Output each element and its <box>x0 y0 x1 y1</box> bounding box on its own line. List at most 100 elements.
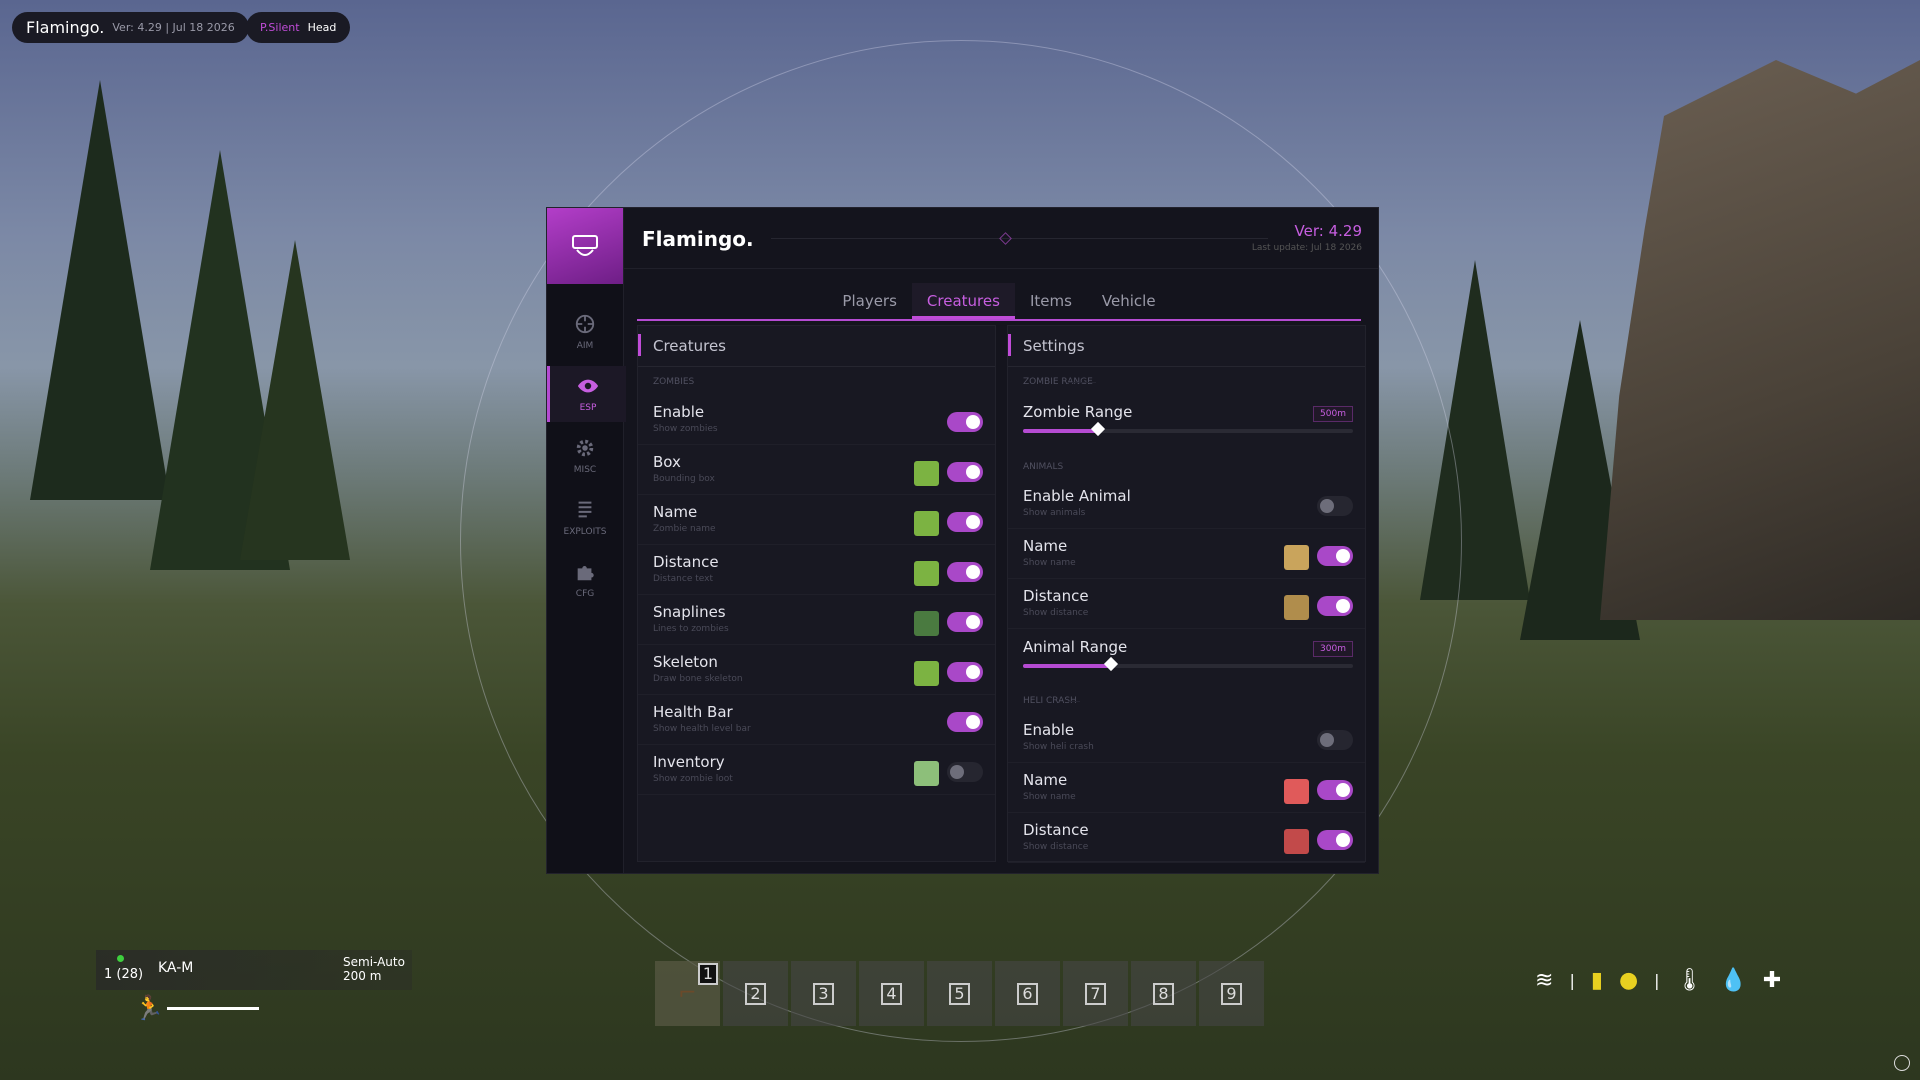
slider-knob[interactable] <box>1090 421 1105 437</box>
sidebar-item-aim[interactable]: AIM <box>547 304 623 360</box>
toggle-switch[interactable] <box>1317 780 1353 800</box>
bottle-icon: ▮ <box>1590 968 1603 993</box>
brand-label: Flamingo. <box>26 18 105 37</box>
stamina-bar <box>167 1007 259 1010</box>
eye-icon <box>577 379 599 393</box>
toggle-switch[interactable] <box>947 712 983 732</box>
sidebar-item-label: ESP <box>579 403 597 413</box>
setting-row: Name Zombie name <box>638 494 995 545</box>
color-swatch[interactable] <box>1284 595 1309 620</box>
flamingo-logo <box>547 208 623 284</box>
color-swatch[interactable] <box>1284 829 1309 854</box>
toggle-switch[interactable] <box>947 462 983 482</box>
toggle-switch[interactable] <box>1317 830 1353 850</box>
hotbar-slot[interactable]: 6 <box>995 961 1060 1026</box>
toggle-switch[interactable] <box>1317 596 1353 616</box>
color-swatch[interactable] <box>914 561 939 586</box>
zombie-range-row: Zombie Range 500m <box>1008 394 1365 454</box>
color-swatch[interactable] <box>914 461 939 486</box>
toggle-switch[interactable] <box>947 512 983 532</box>
setting-label: Enable <box>653 403 705 421</box>
hotbar: 1 ⌐ 2 3 4 5 6 7 8 9 <box>655 961 1264 1026</box>
hotbar-slot[interactable]: 4 <box>859 961 924 1026</box>
sidebar-item-cfg[interactable]: CFG <box>547 552 623 608</box>
divider: | <box>1569 971 1575 990</box>
animal-range-slider[interactable] <box>1023 656 1353 672</box>
hotbar-slot[interactable]: 9 <box>1199 961 1264 1026</box>
hotbar-slot[interactable]: 1 ⌐ <box>655 961 720 1026</box>
blood-drop-icon: 💧 <box>1719 968 1747 993</box>
gear-icon <box>576 439 594 457</box>
toggle-switch[interactable] <box>947 662 983 682</box>
flamingo-logo-icon <box>572 235 598 256</box>
hotbar-slot[interactable]: 2 <box>723 961 788 1026</box>
setting-description: Draw bone skeleton <box>653 674 743 684</box>
settings-title: Settings <box>1023 337 1085 355</box>
aim-target: Head <box>307 21 337 34</box>
setting-row: Box Bounding box <box>638 444 995 495</box>
accent-bar <box>638 334 641 356</box>
tab-creatures[interactable]: Creatures <box>911 283 1015 319</box>
toggle-switch[interactable] <box>1317 730 1353 750</box>
setting-description: Bounding box <box>653 474 715 484</box>
hotbar-slot[interactable]: 7 <box>1063 961 1128 1026</box>
setting-description: Show zombie loot <box>653 774 733 784</box>
apple-icon: ● <box>1618 968 1639 993</box>
ammo-count: 1 (28) <box>104 967 144 982</box>
toggle-switch[interactable] <box>1317 496 1353 516</box>
aim-mode: P.Silent <box>260 21 300 34</box>
color-swatch[interactable] <box>914 661 939 686</box>
weapon-panel: 1 (28) KA-M Semi-Auto 200 m <box>96 950 412 990</box>
toggle-switch[interactable] <box>947 762 983 782</box>
section-label: ZOMBIES <box>638 373 709 391</box>
color-swatch[interactable] <box>1284 779 1309 804</box>
thermometer-icon: 🌡 <box>1675 968 1704 993</box>
tab-players[interactable]: Players <box>827 283 912 319</box>
slider-fill <box>1023 429 1099 433</box>
sidebar-item-esp[interactable]: ESP <box>547 366 626 422</box>
setting-description: Distance text <box>653 574 713 584</box>
slot-number: 5 <box>949 982 970 1005</box>
color-swatch[interactable] <box>914 611 939 636</box>
slider-knob[interactable] <box>1104 656 1119 672</box>
setting-row: Skeleton Draw bone skeleton <box>638 644 995 695</box>
setting-description: Show name <box>1023 558 1076 568</box>
tab-items[interactable]: Items <box>1015 283 1087 319</box>
fire-mode: Semi-Auto <box>343 955 405 969</box>
tab-vehicle[interactable]: Vehicle <box>1087 283 1171 319</box>
color-swatch[interactable] <box>914 511 939 536</box>
tab-bar: Players Creatures Items Vehicle <box>637 283 1361 321</box>
setting-row: Enable Animal Show animals <box>1008 478 1365 529</box>
toggle-switch[interactable] <box>947 612 983 632</box>
setting-row: Distance Show distance <box>1008 812 1365 863</box>
pine-tree <box>30 80 170 500</box>
color-swatch[interactable] <box>1284 545 1309 570</box>
setting-label: Enable <box>1023 721 1075 739</box>
slot-number: 3 <box>813 982 834 1005</box>
sidebar-item-label: AIM <box>576 341 594 351</box>
compass-icon <box>1894 1055 1910 1071</box>
animal-range-row: Animal Range 300m <box>1008 629 1365 689</box>
pine-tree <box>240 240 350 560</box>
sidebar-item-misc[interactable]: MISC <box>547 428 623 484</box>
hotbar-slot[interactable]: 5 <box>927 961 992 1026</box>
hotbar-slot[interactable]: 3 <box>791 961 856 1026</box>
setting-row: Distance Distance text <box>638 544 995 595</box>
running-icon: 🏃 <box>134 994 164 1022</box>
health-cross-icon: ✚ <box>1762 968 1782 993</box>
setting-label: Distance <box>1023 821 1089 839</box>
sidebar-item-exploits[interactable]: EXPLOITS <box>547 490 623 546</box>
toggle-switch[interactable] <box>947 412 983 432</box>
toggle-switch[interactable] <box>947 562 983 582</box>
color-swatch[interactable] <box>914 761 939 786</box>
setting-row: Inventory Show zombie loot <box>638 744 995 795</box>
setting-description: Zombie name <box>653 524 716 534</box>
zombie-range-slider[interactable] <box>1023 421 1353 437</box>
section-label: ANIMALS <box>1008 458 1078 476</box>
hotbar-slot[interactable]: 8 <box>1131 961 1196 1026</box>
accent-bar <box>1008 334 1011 356</box>
rifle-icon: ⌐ <box>678 980 697 1006</box>
slot-number: 1 <box>697 963 718 985</box>
toggle-switch[interactable] <box>1317 546 1353 566</box>
setting-description: Show distance <box>1023 842 1089 852</box>
